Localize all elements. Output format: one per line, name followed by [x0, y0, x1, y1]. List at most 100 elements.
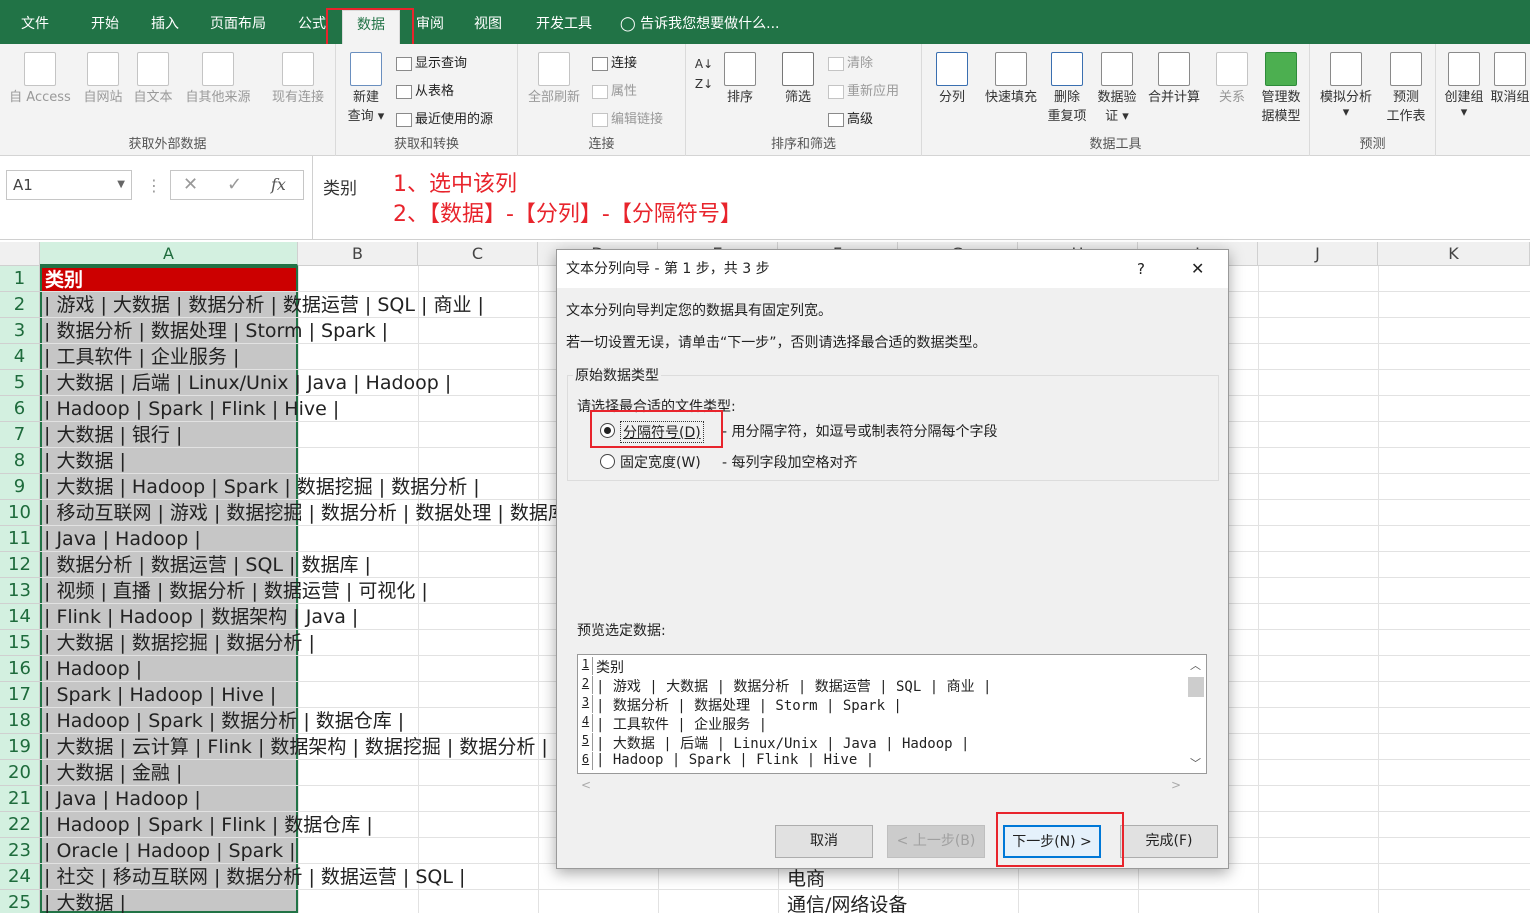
cell-a5[interactable]: | 大数据 | 后端 | Linux/Unix | Java | Hadoop … [44, 370, 451, 396]
cell-a20[interactable]: | 大数据 | 金融 | [44, 760, 182, 786]
tab-home[interactable]: 开始 [80, 10, 130, 38]
cell-a6[interactable]: | Hadoop | Spark | Flink | Hive | [44, 396, 339, 422]
existing-connections-button[interactable]: 现有连接 [266, 52, 330, 105]
clear-filter-button[interactable]: 清除 [828, 52, 873, 71]
cell-a16[interactable]: | Hadoop | [44, 656, 142, 682]
from-web-button[interactable]: 自网站 [78, 52, 128, 105]
fixed-width-option-label[interactable]: 固定宽度(W) [620, 452, 701, 472]
row-header[interactable]: 9 [0, 474, 40, 500]
cell-a14[interactable]: | Flink | Hadoop | 数据架构 | Java | [44, 604, 358, 630]
consolidate-button[interactable]: 合并计算 [1142, 52, 1206, 105]
row-header[interactable]: 23 [0, 838, 40, 864]
insert-function-icon[interactable]: fx [271, 175, 286, 194]
forecast-sheet-button[interactable]: 预测 工作表 [1380, 52, 1432, 124]
data-preview[interactable]: 1 类别 2 | 游戏 | 大数据 | 数据分析 | 数据运营 | SQL | 商业 … [577, 654, 1207, 774]
cell-a11[interactable]: | Java | Hadoop | [44, 526, 201, 552]
cell-a25[interactable]: | 大数据 | [44, 890, 126, 913]
cell-a7[interactable]: | 大数据 | 银行 | [44, 422, 182, 448]
row-header[interactable]: 4 [0, 344, 40, 370]
chevron-down-icon[interactable]: ▼ [117, 171, 125, 199]
close-icon[interactable]: ✕ [1191, 250, 1204, 288]
row-header[interactable]: 16 [0, 656, 40, 682]
row-header[interactable]: 12 [0, 552, 40, 578]
cell-a24[interactable]: | 社交 | 移动互联网 | 数据分析 | 数据运营 | SQL | [44, 864, 465, 890]
cell-a3[interactable]: | 数据分析 | 数据处理 | Storm | Spark | [44, 318, 388, 344]
row-header[interactable]: 5 [0, 370, 40, 396]
scrollbar-thumb[interactable] [1188, 677, 1204, 697]
cell-a21[interactable]: | Java | Hadoop | [44, 786, 201, 812]
from-table-button[interactable]: 从表格 [396, 80, 454, 99]
relationships-button[interactable]: 关系 [1210, 52, 1254, 105]
column-header-k[interactable]: K [1378, 242, 1530, 266]
row-header[interactable]: 22 [0, 812, 40, 838]
refresh-all-button[interactable]: 全部刷新 [524, 52, 584, 105]
tab-developer[interactable]: 开发工具 [526, 10, 602, 38]
from-access-button[interactable]: 自 Access [6, 52, 74, 105]
column-header-a[interactable]: A [40, 242, 298, 266]
remove-duplicates-button[interactable]: 删除 重复项 [1042, 52, 1092, 124]
cell-a17[interactable]: | Spark | Hadoop | Hive | [44, 682, 276, 708]
cell-a18[interactable]: | Hadoop | Spark | 数据分析 | 数据仓库 | [44, 708, 404, 734]
from-text-button[interactable]: 自文本 [128, 52, 178, 105]
row-header[interactable]: 11 [0, 526, 40, 552]
sort-az-button[interactable]: A↓ Z↓ [692, 54, 716, 94]
from-other-sources-button[interactable]: 自其他来源 [180, 52, 256, 105]
row-header[interactable]: 19 [0, 734, 40, 760]
cell-a19[interactable]: | 大数据 | 云计算 | Flink | 数据架构 | 数据挖掘 | 数据分析… [44, 734, 548, 760]
select-all-corner[interactable] [0, 242, 40, 266]
row-header[interactable]: 3 [0, 318, 40, 344]
tab-page-layout[interactable]: 页面布局 [200, 10, 276, 38]
chevron-down-icon[interactable]: ﹀ [1190, 755, 1201, 771]
row-header[interactable]: 6 [0, 396, 40, 422]
help-button[interactable]: ? [1137, 250, 1145, 288]
fixed-width-radio[interactable] [600, 454, 615, 469]
finish-button[interactable]: 完成(F) [1120, 825, 1218, 858]
flash-fill-button[interactable]: 快速填充 [980, 52, 1042, 105]
column-header-c[interactable]: C [418, 242, 538, 266]
tab-file[interactable]: 文件 [10, 10, 60, 38]
row-header[interactable]: 13 [0, 578, 40, 604]
cancel-icon[interactable]: ✕ [183, 174, 198, 195]
chevron-up-icon[interactable]: ︿ [1190, 657, 1201, 673]
text-to-columns-button[interactable]: 分列 [928, 52, 976, 105]
cell-a23[interactable]: | Oracle | Hadoop | Spark | [44, 838, 296, 864]
recent-sources-button[interactable]: 最近使用的源 [396, 108, 493, 127]
row-header[interactable]: 8 [0, 448, 40, 474]
row-header[interactable]: 17 [0, 682, 40, 708]
data-validation-button[interactable]: 数据验证 ▾ [1092, 52, 1142, 124]
row-header[interactable]: 7 [0, 422, 40, 448]
row-header[interactable]: 10 [0, 500, 40, 526]
cancel-button[interactable]: 取消 [775, 825, 873, 858]
enter-check-icon[interactable]: ✓ [227, 174, 242, 195]
tab-insert[interactable]: 插入 [140, 10, 190, 38]
cell-a2[interactable]: | 游戏 | 大数据 | 数据分析 | 数据运营 | SQL | 商业 | [44, 292, 484, 318]
row-header[interactable]: 18 [0, 708, 40, 734]
scroll-right-icon[interactable]: > [1171, 778, 1181, 792]
back-button[interactable]: < 上一步(B) [887, 825, 985, 858]
tab-review[interactable]: 审阅 [408, 10, 452, 38]
tab-view[interactable]: 视图 [466, 10, 510, 38]
row-header[interactable]: 25 [0, 890, 40, 913]
reapply-button[interactable]: 重新应用 [828, 80, 899, 99]
properties-button[interactable]: 属性 [592, 80, 637, 99]
row-header[interactable]: 14 [0, 604, 40, 630]
new-query-button[interactable]: 新建 查询 ▾ [342, 52, 390, 124]
filter-button[interactable]: 筛选 [776, 52, 820, 105]
cell-a10[interactable]: | 移动互联网 | 游戏 | 数据挖掘 | 数据分析 | 数据处理 | 数据库 [44, 500, 567, 526]
edit-links-button[interactable]: 编辑链接 [592, 108, 663, 127]
cell-a15[interactable]: | 大数据 | 数据挖掘 | 数据分析 | [44, 630, 315, 656]
row-header[interactable]: 20 [0, 760, 40, 786]
row-header[interactable]: 2 [0, 292, 40, 318]
cell-a8[interactable]: | 大数据 | [44, 448, 126, 474]
ungroup-button[interactable]: 取消组 [1490, 52, 1530, 105]
manage-data-model-button[interactable]: 管理数 据模型 [1256, 52, 1306, 124]
scroll-left-icon[interactable]: < [581, 778, 591, 792]
cell-a13[interactable]: | 视频 | 直播 | 数据分析 | 数据运营 | 可视化 | [44, 578, 428, 604]
show-query-button[interactable]: 显示查询 [396, 52, 467, 71]
sort-button[interactable]: 排序 [718, 52, 762, 105]
tell-me-search[interactable]: ◯ 告诉我您想要做什么... [620, 10, 800, 38]
cell-f25[interactable]: 通信/网络设备 [787, 890, 907, 913]
cell-a9[interactable]: | 大数据 | Hadoop | Spark | 数据挖掘 | 数据分析 | [44, 474, 480, 500]
row-header[interactable]: 24 [0, 864, 40, 890]
advanced-filter-button[interactable]: 高级 [828, 108, 873, 127]
